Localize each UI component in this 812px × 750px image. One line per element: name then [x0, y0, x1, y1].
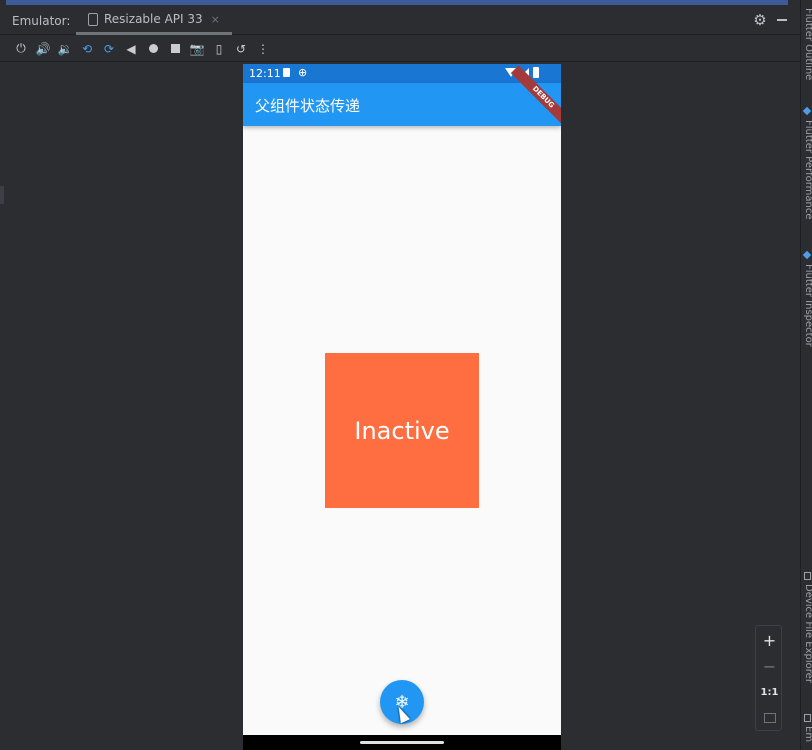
flutter-performance-icon: [802, 106, 812, 116]
snapshot-icon[interactable]: ↺: [230, 38, 252, 60]
fold-icon[interactable]: ▯: [208, 38, 230, 60]
emulator-title-bar: Emulator: Resizable API 33 × ⚙: [0, 6, 800, 35]
status-time: 12:11: [249, 67, 281, 80]
rotate-right-icon[interactable]: ⟳: [98, 38, 120, 60]
zoom-controls: + − 1:1: [755, 625, 782, 731]
device-icon: [88, 12, 98, 26]
toggle-box[interactable]: Inactive: [325, 353, 479, 508]
zoom-in-button[interactable]: +: [756, 628, 783, 652]
emulator-label: Emulator:: [12, 14, 71, 28]
flutter-performance-tab[interactable]: Flutter Performance: [803, 120, 812, 220]
zoom-out-button[interactable]: −: [756, 654, 783, 678]
gear-icon[interactable]: ⚙: [752, 12, 768, 28]
gesture-handle[interactable]: [360, 741, 444, 744]
page-title: 父组件状态传递: [255, 97, 361, 115]
sd-card-icon: [283, 68, 290, 77]
screenshot-icon[interactable]: 📷: [186, 38, 208, 60]
power-icon[interactable]: ⏻: [10, 38, 32, 60]
back-icon[interactable]: ◀: [120, 38, 142, 60]
android-nav-bar: [243, 735, 561, 750]
emulator-panel-icon: [804, 714, 811, 722]
right-tool-strip: Flutter Outline Flutter Performance Flut…: [800, 0, 812, 750]
app-bar: 父组件状态传递 DEBUG: [243, 65, 561, 130]
toggle-box-label: Inactive: [354, 416, 450, 445]
tab-close-icon[interactable]: ×: [211, 13, 220, 26]
rotate-left-icon[interactable]: ⟲: [76, 38, 98, 60]
tab-resizable-api-33[interactable]: Resizable API 33 ×: [76, 6, 232, 35]
volume-down-icon[interactable]: 🔉: [54, 38, 76, 60]
volume-up-icon[interactable]: 🔊: [32, 38, 54, 60]
overview-icon[interactable]: [164, 38, 186, 60]
battery-icon: [533, 67, 539, 78]
flutter-outline-tab[interactable]: Flutter Outline: [803, 8, 812, 80]
sync-icon: ⊕: [298, 66, 308, 79]
window-accent-bar: [6, 0, 788, 5]
emulator-panel-tab[interactable]: Em: [803, 726, 812, 742]
emulator-toolbar: ⏻ 🔊 🔉 ⟲ ⟳ ◀ 📷 ▯ ↺ ⋮: [0, 36, 800, 62]
tab-label: Resizable API 33: [104, 12, 203, 26]
flutter-inspector-icon: [802, 250, 812, 260]
minimize-icon[interactable]: [777, 19, 787, 21]
device-file-explorer-tab[interactable]: Device File Explorer: [803, 584, 812, 683]
device-screen[interactable]: 12:11 ⊕ 父组件状态传递 DEBUG Inactive ❄: [243, 64, 561, 750]
fit-screen-icon: [763, 713, 776, 723]
more-icon[interactable]: ⋮: [252, 38, 274, 60]
actual-size-button[interactable]: 1:1: [756, 680, 783, 704]
home-icon[interactable]: [142, 38, 164, 60]
flutter-inspector-tab[interactable]: Flutter Inspector: [803, 264, 812, 347]
left-edge-handle: [0, 186, 4, 204]
device-file-explorer-icon: [804, 572, 811, 580]
fit-screen-button[interactable]: [756, 706, 783, 730]
